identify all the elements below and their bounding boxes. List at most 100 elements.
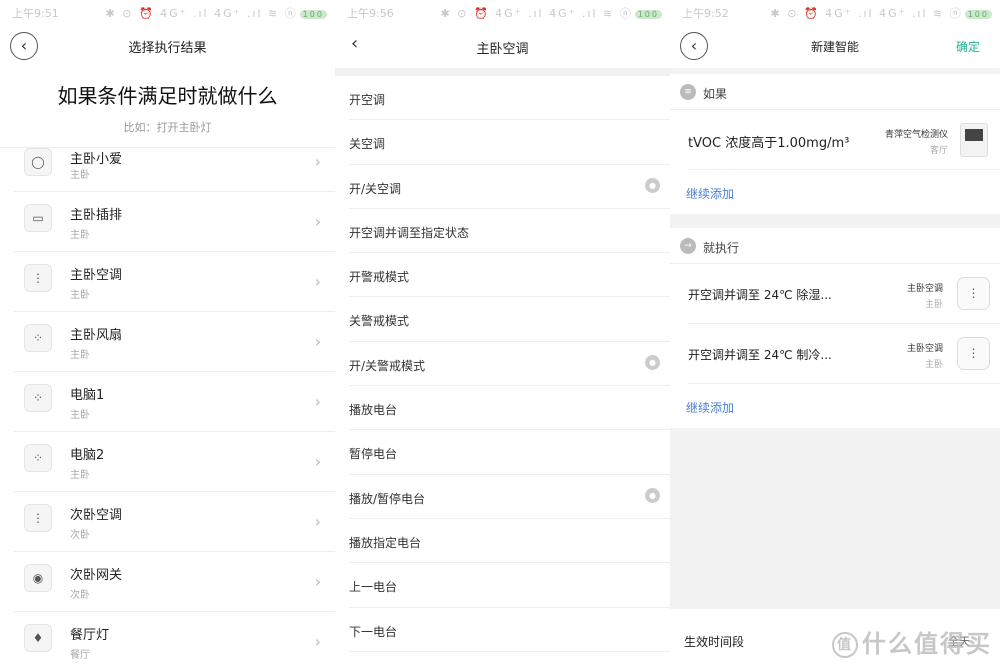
header: ‹ 选择执行结果 [0, 22, 335, 70]
page-title: 主卧空调 [476, 42, 529, 57]
device-room: 餐厅 [70, 650, 90, 661]
section-gap [670, 214, 1000, 228]
status-icons: ✱ ⊙ ⏰ 4G⁺ .ıl 4G⁺ .ıl ≋ ⓝ 100 [106, 5, 327, 21]
action-label: 播放/暂停电台 [349, 491, 426, 506]
condition-row[interactable]: tVOC 浓度高于1.00mg/m³ 青萍空气检测仪 客厅 [688, 110, 1000, 170]
battery-icon: 100 [299, 10, 327, 19]
action-device: 主卧空调 主卧 [907, 281, 943, 310]
device-row[interactable]: ⋮ 主卧空调 主卧 › [14, 252, 335, 312]
action-row[interactable]: 关空调 [349, 120, 670, 165]
condition-device-room: 客厅 [929, 146, 948, 156]
action-header-label: 就执行 [703, 241, 740, 255]
device-row[interactable]: ⋮ 次卧空调 次卧 › [14, 492, 335, 552]
power-strip-icon: ▭ [24, 204, 52, 232]
action-row[interactable]: 播放/暂停电台 ● [349, 475, 670, 519]
device-name: 餐厅灯 [70, 628, 110, 643]
gateway-icon: ◉ [24, 564, 52, 592]
lock-icon: ● [645, 354, 660, 370]
header: ‹ 新建智能 确定 [670, 22, 1000, 68]
action-text: 开空调并调至 24℃ 除湿... [688, 288, 832, 302]
chevron-right-icon: › [314, 332, 321, 351]
device-name: 主卧风扇 [70, 328, 123, 343]
action-label: 播放电台 [349, 403, 398, 418]
automation-action-row[interactable]: 开空调并调至 24℃ 除湿... 主卧空调 主卧 ⋮ [688, 264, 1000, 324]
lock-icon: ● [645, 177, 660, 193]
lock-icon: ● [645, 487, 660, 503]
action-row[interactable]: 开警戒模式 [349, 253, 670, 298]
device-room: 次卧 [70, 590, 90, 601]
add-condition-button[interactable]: 继续添加 [670, 170, 1000, 214]
device-row[interactable]: ◯ 主卧小爱 主卧 › [14, 148, 335, 192]
action-row[interactable]: 关警戒模式 [349, 297, 670, 342]
divider [335, 68, 670, 76]
action-row[interactable]: 下一电台 [349, 608, 670, 652]
action-label: 下一电台 [349, 624, 398, 639]
condition-header-label: 如果 [703, 87, 728, 101]
device-room: 次卧 [70, 530, 90, 541]
action-label: 开空调 [349, 93, 386, 107]
condition-section: ≡ 如果 tVOC 浓度高于1.00mg/m³ 青萍空气检测仪 客厅 继续添加 [670, 74, 1000, 214]
device-name: 次卧网关 [70, 568, 123, 583]
condition-header: ≡ 如果 [670, 74, 1000, 110]
header: ‹ 主卧空调 [335, 22, 670, 68]
device-row[interactable]: ♦ 餐厅灯 餐厅 › [14, 612, 335, 669]
action-label: 播放指定电台 [349, 535, 422, 550]
device-room: 主卧 [70, 230, 90, 241]
condition-device-name: 青萍空气检测仪 [884, 130, 948, 140]
prompt-heading: 如果条件满足时就做什么 [57, 84, 278, 108]
device-name: 电脑1 [70, 388, 105, 403]
status-indicators: ✱ ⊙ ⏰ 4G⁺ .ıl 4G⁺ .ıl ≋ ⓝ [105, 7, 298, 20]
action-row[interactable]: 上一电台 [349, 563, 670, 608]
confirm-button[interactable]: 确定 [956, 38, 980, 55]
device-name: 主卧空调 [70, 268, 123, 283]
action-label: 开警戒模式 [349, 270, 410, 285]
device-room: 主卧 [70, 290, 90, 301]
device-row[interactable]: ▭ 主卧插排 主卧 › [14, 192, 335, 252]
status-bar: 上午9:51 ✱ ⊙ ⏰ 4G⁺ .ıl 4G⁺ .ıl ≋ ⓝ 100 [0, 0, 335, 22]
chevron-right-icon: › [314, 212, 321, 231]
add-action-button[interactable]: 继续添加 [670, 384, 1000, 428]
chevron-right-icon: › [314, 572, 321, 591]
status-indicators: ✱ ⊙ ⏰ 4G⁺ .ıl 4G⁺ .ıl ≋ ⓝ [440, 7, 633, 20]
action-text: 开空调并调至 24℃ 制冷... [688, 348, 832, 362]
action-row[interactable]: 开空调 [349, 76, 670, 121]
device-room: 主卧 [70, 410, 90, 421]
action-row[interactable]: 播放指定电台 [349, 519, 670, 564]
action-row[interactable]: 播放电台 [349, 386, 670, 431]
device-row[interactable]: ⁘ 主卧风扇 主卧 › [14, 312, 335, 372]
action-label: 暂停电台 [349, 447, 398, 462]
action-label: 开/关空调 [349, 181, 402, 196]
action-label: 关空调 [349, 137, 386, 152]
device-action-screen: 上午9:56 ✱ ⊙ ⏰ 4G⁺ .ıl 4G⁺ .ıl ≋ ⓝ 100 ‹ 主卧… [335, 0, 670, 669]
action-label: 开空调并调至指定状态 [349, 225, 470, 240]
action-row[interactable]: 开/关空调 ● [349, 165, 670, 209]
device-name: 主卧小爱 [70, 152, 123, 167]
action-device-name: 主卧空调 [906, 284, 943, 294]
watermark-text: 什么值得买 [862, 630, 992, 658]
smart-plug-icon: ⁘ [24, 444, 52, 472]
automation-action-row[interactable]: 开空调并调至 24℃ 制冷... 主卧空调 主卧 ⋮ [688, 324, 1000, 384]
device-name: 电脑2 [70, 448, 105, 463]
action-row[interactable]: 开空调并调至指定状态 [349, 209, 670, 254]
battery-icon: 100 [634, 10, 662, 19]
chevron-right-icon: › [314, 272, 321, 291]
chevron-right-icon: › [314, 152, 321, 171]
ac-plug-icon: ⋮ [957, 277, 990, 310]
device-room: 主卧 [70, 470, 90, 481]
watermark: 值什么值得买 [832, 624, 992, 659]
action-row[interactable]: 开/关警戒模式 ● [349, 342, 670, 387]
smart-plug-icon: ⁘ [24, 324, 52, 352]
action-row[interactable]: 电台音量 [349, 652, 670, 669]
status-time: 上午9:56 [347, 7, 394, 20]
action-device-name: 主卧空调 [906, 344, 943, 354]
status-bar: 上午9:52 ✱ ⊙ ⏰ 4G⁺ .ıl 4G⁺ .ıl ≋ ⓝ 100 [670, 0, 1000, 22]
active-period-label: 生效时间段 [684, 635, 745, 649]
device-row[interactable]: ⁘ 电脑2 主卧 › [14, 432, 335, 492]
condition-device: 青萍空气检测仪 客厅 [885, 127, 948, 156]
status-time: 上午9:51 [12, 7, 59, 20]
action-row[interactable]: 暂停电台 [349, 430, 670, 475]
chevron-right-icon: › [314, 392, 321, 411]
device-row[interactable]: ◉ 次卧网关次卧 › [14, 552, 335, 612]
device-row[interactable]: ⁘ 电脑1 主卧 › [14, 372, 335, 432]
air-monitor-icon [960, 123, 988, 157]
